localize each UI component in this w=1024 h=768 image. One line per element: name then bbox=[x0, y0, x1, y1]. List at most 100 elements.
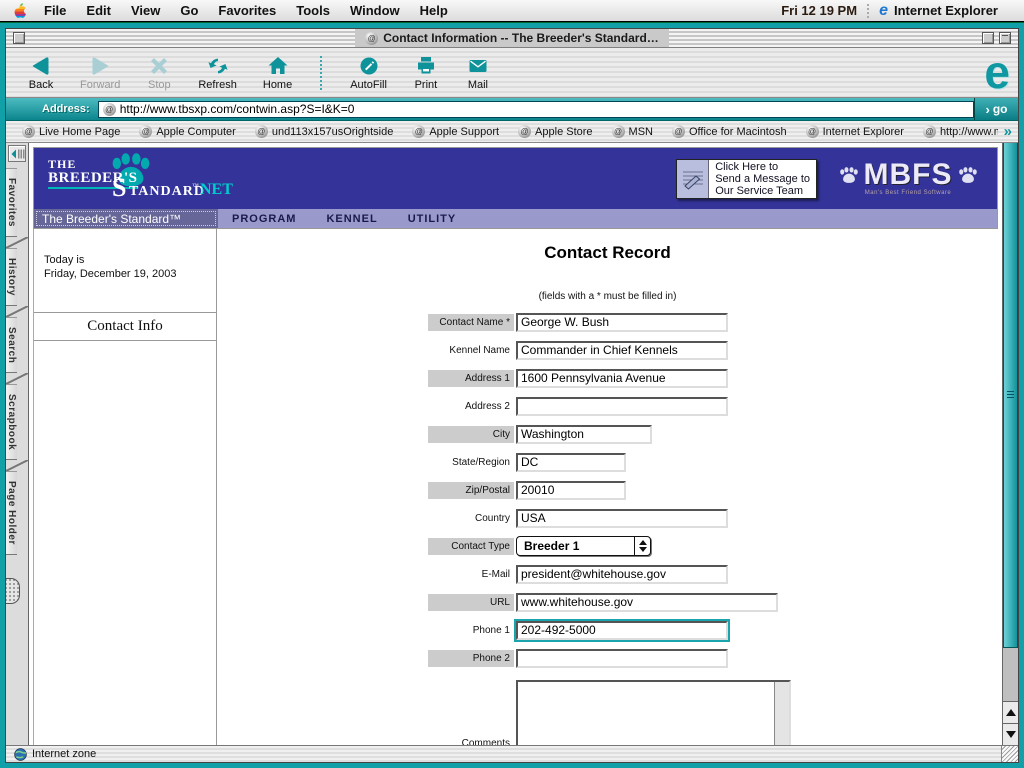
address-field[interactable]: @ bbox=[98, 101, 974, 118]
scroll-up-button[interactable] bbox=[1003, 701, 1018, 723]
favorite-label: Live Home Page bbox=[39, 126, 120, 138]
favorite-office-for-macintosh[interactable]: @Office for Macintosh bbox=[672, 125, 787, 138]
menu-help[interactable]: Help bbox=[420, 3, 448, 18]
globe-icon bbox=[14, 748, 27, 761]
favorite-und113x157usorightside[interactable]: @und113x157usOrightside bbox=[255, 125, 394, 138]
selected-option: Breeder 1 bbox=[517, 539, 634, 553]
scroll-down-button[interactable] bbox=[1003, 723, 1018, 745]
service-team-button[interactable]: Click Here toSend a Message toOur Servic… bbox=[676, 159, 817, 199]
apple-menu-icon[interactable] bbox=[12, 3, 28, 19]
phone-2-label: Phone 2 bbox=[428, 650, 514, 667]
menu-edit[interactable]: Edit bbox=[86, 3, 111, 18]
more-favorites-icon[interactable]: » bbox=[1004, 123, 1012, 140]
logo-cap-s: S bbox=[112, 175, 126, 201]
sidebar-tab-favorites[interactable]: Favorites bbox=[6, 168, 17, 237]
sidebar-tab-scrapbook[interactable]: Scrapbook bbox=[6, 384, 17, 460]
browser-toolbar: BackForwardStopRefreshHomeAutoFillPrintM… bbox=[6, 48, 1018, 98]
menu-clock[interactable]: Fri 12 19 PM bbox=[781, 3, 857, 18]
explorer-bar-tabs: Favorites History Search Scrapbook Page Hold… bbox=[6, 143, 29, 745]
toolbar-button-label: Mail bbox=[468, 79, 488, 91]
favorite-apple-store[interactable]: @Apple Store bbox=[518, 125, 592, 138]
nav-brand[interactable]: The Breeder's Standard™ bbox=[34, 209, 218, 228]
back-button[interactable]: Back bbox=[28, 54, 54, 91]
mail-button[interactable]: Mail bbox=[465, 54, 491, 91]
sidebar-tab-search[interactable]: Search bbox=[6, 317, 17, 373]
resize-grip[interactable] bbox=[1001, 746, 1018, 762]
mbfs-logo[interactable]: MBFS Man's Best Fr bbox=[833, 161, 983, 196]
contact-type-select[interactable]: Breeder 1 bbox=[516, 536, 651, 556]
favorite-page-icon: @ bbox=[806, 125, 819, 138]
status-text: Internet zone bbox=[32, 748, 96, 760]
textarea-scrollbar[interactable] bbox=[774, 682, 789, 745]
address-2-input[interactable] bbox=[516, 397, 728, 416]
autofill-pen-icon bbox=[356, 54, 382, 78]
site-menu-program[interactable]: PROGRAM bbox=[232, 213, 296, 225]
phone-1-input[interactable] bbox=[516, 621, 728, 640]
sidebar-tab-history[interactable]: History bbox=[6, 248, 17, 306]
menu-window[interactable]: Window bbox=[350, 3, 400, 18]
drawer-grabber[interactable] bbox=[6, 578, 20, 604]
site-menu-kennel[interactable]: KENNEL bbox=[326, 213, 377, 225]
favorite-msn[interactable]: @MSN bbox=[612, 125, 653, 138]
favorite-live-home-page[interactable]: @Live Home Page bbox=[22, 125, 120, 138]
menu-file[interactable]: File bbox=[44, 3, 66, 18]
menu-tools[interactable]: Tools bbox=[296, 3, 330, 18]
logo-net: NET bbox=[200, 181, 233, 199]
vertical-scrollbar[interactable] bbox=[1002, 143, 1018, 745]
mac-menu-bar: File Edit View Go Favorites Tools Window Help F… bbox=[0, 0, 1024, 22]
menu-view[interactable]: View bbox=[131, 3, 160, 18]
address-1-input[interactable] bbox=[516, 369, 728, 388]
favorite-apple-support[interactable]: @Apple Support bbox=[412, 125, 499, 138]
print-button[interactable]: Print bbox=[413, 54, 439, 91]
menu-favorites[interactable]: Favorites bbox=[218, 3, 276, 18]
toolbar-divider bbox=[320, 56, 322, 90]
autofill-button[interactable]: AutoFill bbox=[350, 54, 387, 91]
close-box[interactable] bbox=[13, 32, 25, 44]
form-row: Contact Name * bbox=[217, 308, 998, 336]
go-button[interactable]: › go bbox=[974, 98, 1018, 120]
windowshade-box[interactable] bbox=[999, 32, 1011, 44]
site-menu-utility[interactable]: UTILITY bbox=[408, 213, 457, 225]
favorite-label: Internet Explorer bbox=[823, 126, 904, 138]
internet-explorer-icon[interactable]: e bbox=[879, 2, 888, 20]
state-region-input[interactable] bbox=[516, 453, 626, 472]
breeders-standard-logo[interactable]: THE BREEDER'S S TANDARD ™ NET bbox=[40, 151, 240, 207]
kennel-name-input[interactable] bbox=[516, 341, 728, 360]
form-row: Country bbox=[217, 504, 998, 532]
favorite-label: Apple Store bbox=[535, 126, 592, 138]
menu-go[interactable]: Go bbox=[180, 3, 198, 18]
toolbar-button-label: AutoFill bbox=[350, 79, 387, 91]
address-2-label: Address 2 bbox=[428, 398, 514, 415]
favorite-http-www-mbfs-com[interactable]: @http://www.mbfs.com/ bbox=[923, 125, 998, 138]
e-mail-input[interactable] bbox=[516, 565, 728, 584]
collapse-box[interactable] bbox=[982, 32, 994, 44]
home-button[interactable]: Home bbox=[263, 54, 292, 91]
contact-name-input[interactable] bbox=[516, 313, 728, 332]
favorite-page-icon: @ bbox=[139, 125, 152, 138]
contact-name-label: Contact Name * bbox=[428, 314, 514, 331]
favorite-internet-explorer[interactable]: @ Internet Explorer bbox=[806, 125, 904, 138]
url-input[interactable] bbox=[516, 593, 778, 612]
contact-info-link[interactable]: Contact Info bbox=[34, 313, 216, 341]
refresh-button[interactable]: Refresh bbox=[198, 54, 237, 91]
phone-2-input[interactable] bbox=[516, 649, 728, 668]
site-header: THE BREEDER'S S TANDARD ™ NET bbox=[33, 147, 998, 209]
application-menu[interactable]: Internet Explorer bbox=[894, 3, 998, 18]
window-title: Contact Information -- The Breeder's Sta… bbox=[383, 31, 659, 45]
city-input[interactable] bbox=[516, 425, 652, 444]
back-arrow-icon bbox=[28, 54, 54, 78]
country-input[interactable] bbox=[516, 509, 728, 528]
scrollbar-thumb[interactable] bbox=[1003, 143, 1018, 648]
sidebar-tab-page-holder[interactable]: Page Holder bbox=[6, 471, 17, 555]
expand-tabs-button[interactable] bbox=[8, 145, 26, 162]
kennel-name-label: Kennel Name bbox=[428, 342, 514, 359]
form-row: City bbox=[217, 420, 998, 448]
service-button-line: Send a Message to bbox=[715, 173, 810, 185]
zip-postal-input[interactable] bbox=[516, 481, 626, 500]
forward-button: Forward bbox=[80, 54, 120, 91]
favorite-apple-computer[interactable]: @Apple Computer bbox=[139, 125, 236, 138]
up-arrow-icon bbox=[1006, 709, 1016, 716]
window-title-bar[interactable]: @ Contact Information -- The Breeder's S… bbox=[6, 29, 1018, 48]
comments-textarea[interactable] bbox=[516, 680, 791, 745]
address-input[interactable] bbox=[120, 102, 969, 117]
